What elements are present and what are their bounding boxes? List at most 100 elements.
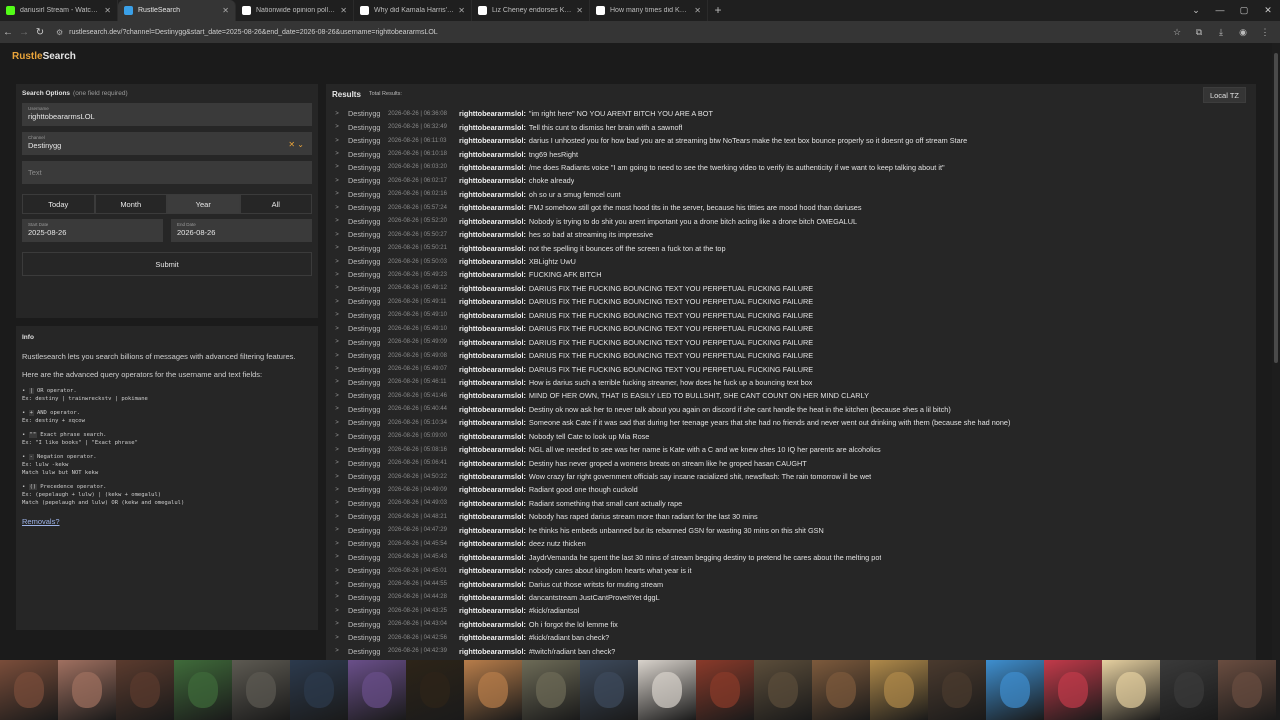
result-row[interactable]: > Destinygg 2026-08-26 | 05:49:11 righttobe… [326, 295, 1256, 308]
chevron-right-icon[interactable]: > [326, 232, 348, 238]
start-date-input[interactable]: 2025-08-26 [28, 228, 157, 237]
result-row[interactable]: > Destinygg 2026-08-26 | 05:49:07 righttobe… [326, 362, 1256, 375]
result-row[interactable]: > Destinygg 2026-08-26 | 04:47:29 righttobe… [326, 524, 1256, 537]
scrollbar-thumb[interactable] [1274, 53, 1278, 363]
close-tab-icon[interactable]: ✕ [576, 6, 583, 15]
result-username[interactable]: righttobeararmslol: [459, 284, 526, 293]
result-row[interactable]: > Destinygg 2026-08-26 | 05:46:11 righttobe… [326, 376, 1256, 389]
result-row[interactable]: > Destinygg 2026-08-26 | 04:45:54 righttobe… [326, 537, 1256, 550]
close-tab-icon[interactable]: ✕ [694, 6, 701, 15]
close-tab-icon[interactable]: ✕ [222, 6, 229, 15]
result-row[interactable]: > Destinygg 2026-08-26 | 04:49:09 righttobe… [326, 483, 1256, 496]
local-tz-button[interactable]: Local TZ [1202, 87, 1246, 103]
result-username[interactable]: righttobeararmslol: [459, 459, 526, 468]
result-row[interactable]: > Destinygg 2026-08-26 | 05:49:23 righttobe… [326, 268, 1256, 281]
result-username[interactable]: righttobeararmslol: [459, 257, 526, 266]
result-username[interactable]: righttobeararmslol: [459, 351, 526, 360]
result-row[interactable]: > Destinygg 2026-08-26 | 06:02:16 righttobe… [326, 188, 1256, 201]
result-username[interactable]: righttobeararmslol: [459, 566, 526, 575]
result-row[interactable]: > Destinygg 2026-08-26 | 06:36:08 righttobe… [326, 107, 1256, 120]
result-row[interactable]: > Destinygg 2026-08-26 | 06:32:49 righttobe… [326, 120, 1256, 133]
result-row[interactable]: > Destinygg 2026-08-26 | 06:10:18 righttobe… [326, 147, 1256, 160]
result-row[interactable]: > Destinygg 2026-08-26 | 04:48:21 righttobe… [326, 510, 1256, 523]
result-username[interactable]: righttobeararmslol: [459, 472, 526, 481]
chevron-right-icon[interactable]: > [326, 568, 348, 574]
chevron-right-icon[interactable]: > [326, 339, 348, 345]
result-row[interactable]: > Destinygg 2026-08-26 | 05:09:00 righttobe… [326, 430, 1256, 443]
browser-tab[interactable]: Liz Cheney endorses Kamala Ha ✕ [472, 0, 590, 21]
result-username[interactable]: righttobeararmslol: [459, 432, 526, 441]
extensions-icon[interactable]: ⧉ [1188, 27, 1210, 38]
submit-button[interactable]: Submit [22, 252, 312, 276]
chevron-right-icon[interactable]: > [326, 218, 348, 224]
browser-tab[interactable]: dariusirl Stream - Watch Live on✕ [0, 0, 118, 21]
chevron-right-icon[interactable]: > [326, 635, 348, 641]
result-username[interactable]: righttobeararmslol: [459, 150, 526, 159]
brand-logo[interactable]: RustleSearch [12, 51, 76, 62]
result-row[interactable]: > Destinygg 2026-08-26 | 04:49:03 righttobe… [326, 497, 1256, 510]
downloads-icon[interactable]: ⤓ [1210, 27, 1232, 38]
chevron-right-icon[interactable]: > [326, 460, 348, 466]
result-row[interactable]: > Destinygg 2026-08-26 | 04:50:22 righttobe… [326, 470, 1256, 483]
chevron-right-icon[interactable]: > [326, 474, 348, 480]
chevron-right-icon[interactable]: > [326, 514, 348, 520]
url-field[interactable]: ⚙ rustlesearch.dev/?channel=Destinygg&st… [56, 28, 438, 37]
end-date-field[interactable]: End Date 2026-08-26 [171, 219, 312, 242]
result-username[interactable]: righttobeararmslol: [459, 338, 526, 347]
chevron-right-icon[interactable]: > [326, 487, 348, 493]
result-username[interactable]: righttobeararmslol: [459, 244, 526, 253]
chevron-right-icon[interactable]: > [326, 420, 348, 426]
chevron-right-icon[interactable]: > [326, 353, 348, 359]
end-date-input[interactable]: 2026-08-26 [177, 228, 306, 237]
result-row[interactable]: > Destinygg 2026-08-26 | 05:57:24 righttobe… [326, 201, 1256, 214]
chevron-right-icon[interactable]: > [326, 527, 348, 533]
back-button[interactable]: ← [0, 27, 16, 38]
result-username[interactable]: righttobeararmslol: [459, 136, 526, 145]
reload-button[interactable]: ↻ [32, 27, 48, 38]
close-tab-icon[interactable]: ✕ [104, 6, 111, 15]
result-username[interactable]: righttobeararmslol: [459, 553, 526, 562]
result-username[interactable]: righttobeararmslol: [459, 647, 526, 656]
result-row[interactable]: > Destinygg 2026-08-26 | 05:40:44 righttobe… [326, 403, 1256, 416]
chevron-right-icon[interactable]: > [326, 272, 348, 278]
chevron-right-icon[interactable]: > [326, 648, 348, 654]
text-field[interactable]: Text [22, 161, 312, 184]
chevron-right-icon[interactable]: > [326, 285, 348, 291]
result-row[interactable]: > Destinygg 2026-08-26 | 05:49:08 righttobe… [326, 349, 1256, 362]
result-username[interactable]: righttobeararmslol: [459, 593, 526, 602]
profile-icon[interactable]: ◉ [1232, 27, 1254, 38]
chevron-right-icon[interactable]: > [326, 259, 348, 265]
result-username[interactable]: righttobeararmslol: [459, 230, 526, 239]
result-username[interactable]: righttobeararmslol: [459, 190, 526, 199]
close-window-button[interactable]: ✕ [1256, 0, 1280, 21]
result-row[interactable]: > Destinygg 2026-08-26 | 04:42:39 righttobe… [326, 645, 1256, 658]
chevron-right-icon[interactable]: > [326, 138, 348, 144]
bookmark-star-icon[interactable]: ☆ [1166, 27, 1188, 38]
result-row[interactable]: > Destinygg 2026-08-26 | 05:08:16 righttobe… [326, 443, 1256, 456]
minimize-button[interactable]: — [1208, 0, 1232, 21]
result-username[interactable]: righttobeararmslol: [459, 405, 526, 414]
browser-tab[interactable]: Nationwide opinion polling for✕ [236, 0, 354, 21]
result-username[interactable]: righttobeararmslol: [459, 512, 526, 521]
result-username[interactable]: righttobeararmslol: [459, 270, 526, 279]
result-row[interactable]: > Destinygg 2026-08-26 | 05:06:41 righttobe… [326, 456, 1256, 469]
chevron-right-icon[interactable]: > [326, 379, 348, 385]
forward-button[interactable]: → [16, 27, 32, 38]
result-username[interactable]: righttobeararmslol: [459, 526, 526, 535]
result-row[interactable]: > Destinygg 2026-08-26 | 05:49:10 righttobe… [326, 309, 1256, 322]
removals-link[interactable]: Removals? [22, 517, 312, 526]
menu-icon[interactable]: ⋮ [1254, 27, 1276, 38]
result-row[interactable]: > Destinygg 2026-08-26 | 05:49:10 righttobe… [326, 322, 1256, 335]
result-row[interactable]: > Destinygg 2026-08-26 | 05:50:21 righttobe… [326, 241, 1256, 254]
result-row[interactable]: > Destinygg 2026-08-26 | 04:45:01 righttobe… [326, 564, 1256, 577]
result-username[interactable]: righttobeararmslol: [459, 485, 526, 494]
chevron-down-icon[interactable]: ⌄ [297, 140, 304, 149]
result-row[interactable]: > Destinygg 2026-08-26 | 05:49:09 righttobe… [326, 335, 1256, 348]
result-row[interactable]: > Destinygg 2026-08-26 | 05:50:27 righttobe… [326, 228, 1256, 241]
result-username[interactable]: righttobeararmslol: [459, 365, 526, 374]
result-row[interactable]: > Destinygg 2026-08-26 | 04:45:43 righttobe… [326, 550, 1256, 563]
chevron-right-icon[interactable]: > [326, 299, 348, 305]
result-row[interactable]: > Destinygg 2026-08-26 | 06:02:17 righttobe… [326, 174, 1256, 187]
range-button-all[interactable]: All [239, 194, 312, 214]
chevron-right-icon[interactable]: > [326, 164, 348, 170]
